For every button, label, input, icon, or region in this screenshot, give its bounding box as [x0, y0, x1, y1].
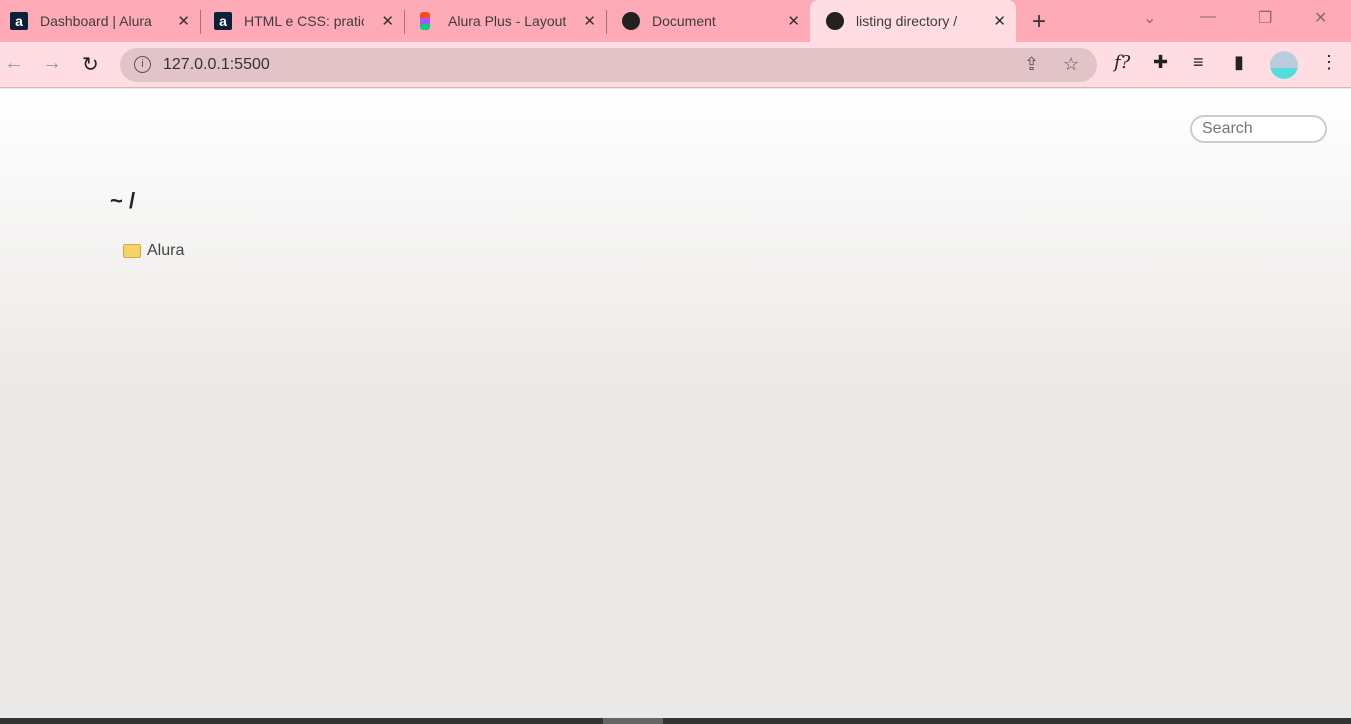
close-window-button[interactable]: ✕	[1314, 8, 1327, 28]
close-tab-icon[interactable]: ✕	[381, 12, 394, 30]
tab-alura-plus[interactable]: Alura Plus - Layout ✕	[408, 0, 606, 42]
page-title: ~ /	[110, 188, 136, 213]
alura-icon: a	[10, 12, 28, 30]
tab-strip: a Dashboard | Alura ✕ a HTML e CSS: pratic ✕…	[0, 0, 1351, 42]
reload-button[interactable]: ↻	[82, 52, 99, 77]
tab-html-css[interactable]: a HTML e CSS: pratic ✕	[204, 0, 404, 42]
menu-kebab-icon[interactable]: ⋮	[1320, 52, 1338, 73]
browser-toolbar: ← → ↻ i 127.0.0.1:5500 ⇪ ☆ f? ✚ ≡ ▮ ⋮	[0, 42, 1351, 88]
folder-icon	[123, 244, 141, 258]
minimize-button[interactable]: —	[1200, 8, 1216, 26]
restore-button[interactable]: ❐	[1258, 8, 1272, 28]
tab-search-icon[interactable]: ⌄	[1143, 8, 1156, 28]
function-extension-icon[interactable]: f?	[1114, 52, 1130, 73]
tab-document[interactable]: Document ✕	[610, 0, 810, 42]
site-info-icon[interactable]: i	[134, 56, 151, 73]
address-bar[interactable]: i 127.0.0.1:5500 ⇪ ☆	[120, 48, 1097, 82]
tab-listing-directory[interactable]: listing directory / ✕	[810, 0, 1016, 42]
back-button[interactable]: ←	[4, 52, 24, 75]
page-content: ~ / Alura	[0, 89, 1351, 718]
close-tab-icon[interactable]: ✕	[993, 12, 1006, 30]
side-panel-icon[interactable]: ▮	[1234, 52, 1244, 73]
close-tab-icon[interactable]: ✕	[583, 12, 596, 30]
alura-icon: a	[214, 12, 232, 30]
media-control-icon[interactable]: ≡	[1193, 52, 1204, 73]
profile-avatar[interactable]	[1270, 51, 1298, 79]
forward-button[interactable]: →	[42, 52, 62, 75]
scrollbar-thumb[interactable]	[603, 718, 663, 724]
globe-icon	[826, 12, 844, 30]
new-tab-button[interactable]: +	[1032, 8, 1046, 36]
search-input[interactable]	[1190, 115, 1327, 143]
directory-entry[interactable]: Alura	[123, 242, 184, 260]
close-tab-icon[interactable]: ✕	[177, 12, 190, 30]
horizontal-scrollbar[interactable]	[0, 718, 1351, 724]
close-tab-icon[interactable]: ✕	[787, 12, 800, 30]
entry-name[interactable]: Alura	[147, 242, 184, 260]
tab-dashboard[interactable]: a Dashboard | Alura ✕	[0, 0, 200, 42]
figma-icon	[420, 12, 430, 30]
url-text[interactable]: 127.0.0.1:5500	[163, 56, 270, 74]
extensions-puzzle-icon[interactable]: ✚	[1153, 52, 1168, 73]
globe-icon	[622, 12, 640, 30]
share-icon[interactable]: ⇪	[1024, 54, 1039, 75]
bookmark-star-icon[interactable]: ☆	[1063, 54, 1079, 75]
